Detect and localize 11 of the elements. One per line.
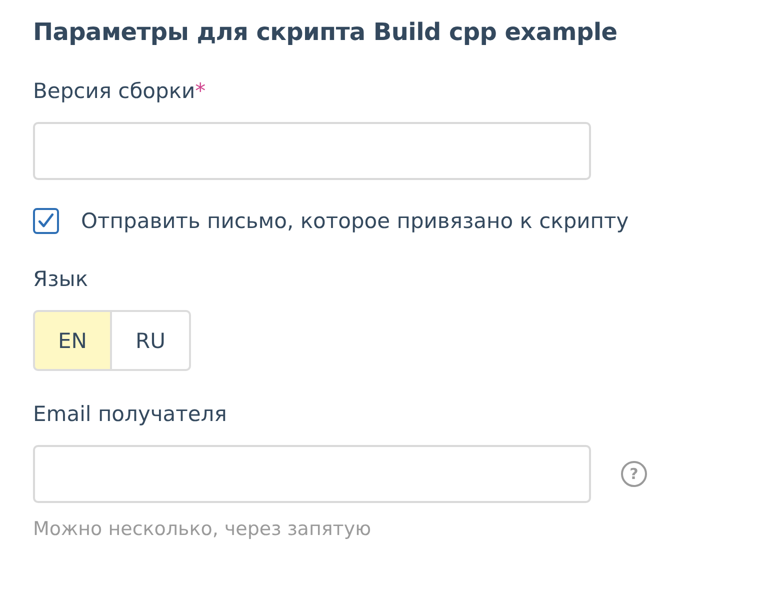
- language-option[interactable]: RU: [112, 310, 191, 371]
- input-field[interactable]: [33, 445, 591, 503]
- hint-text: Можно несколько, через запятую: [33, 517, 372, 542]
- language-option[interactable]: EN: [33, 310, 112, 371]
- field-label: Язык: [33, 266, 90, 293]
- checkbox-label: Отправить письмо, которое привязано к скрипту: [81, 208, 629, 235]
- field-label: Email получателя: [33, 401, 228, 428]
- checkbox[interactable]: [33, 208, 59, 234]
- form-title: Параметры для скрипта Build cpp example: [33, 17, 618, 48]
- input-field[interactable]: [33, 122, 591, 180]
- field-label: Версия сборки*: [33, 78, 207, 105]
